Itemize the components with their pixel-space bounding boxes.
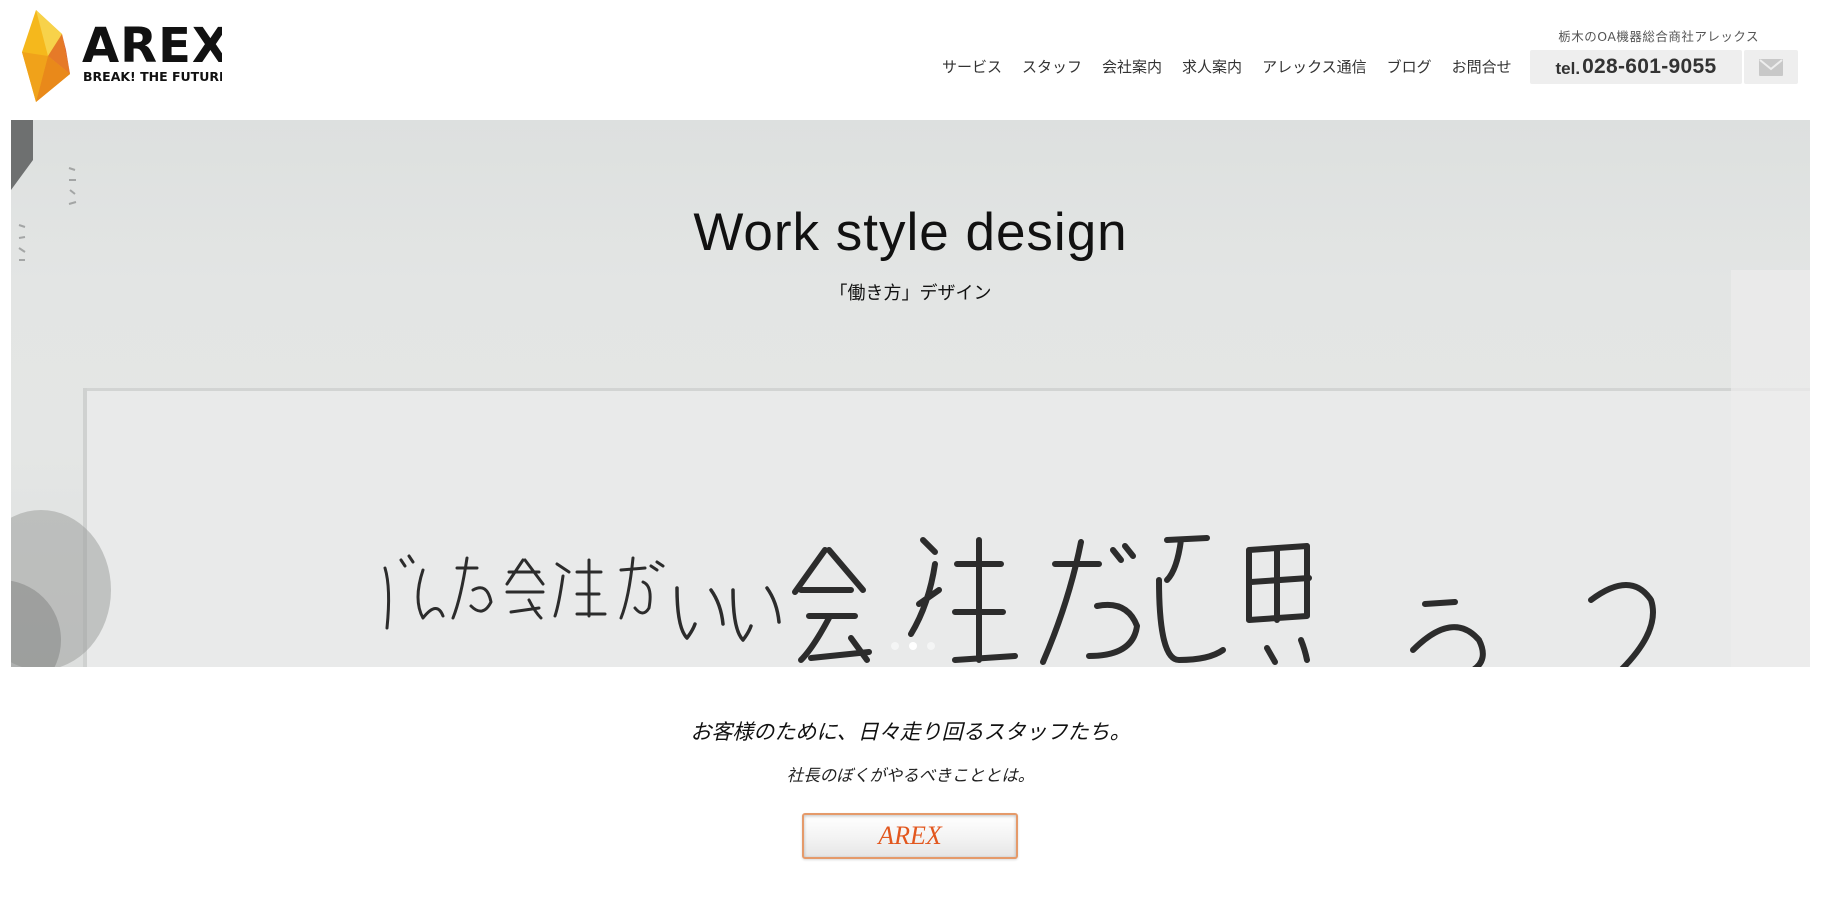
main-nav: サービス スタッフ 会社案内 求人案内 アレックス通信 ブログ お問合せ — [936, 56, 1522, 77]
hero-subtitle: 「働き方」デザイン — [829, 283, 992, 304]
tel-prefix: tel. — [1555, 59, 1581, 78]
nav-item-services[interactable]: サービス — [936, 56, 1012, 77]
slider-pagination — [891, 642, 935, 650]
mail-button[interactable] — [1744, 50, 1798, 84]
hero-slider: Work style design 「働き方」デザイン — [11, 120, 1810, 667]
envelope-icon — [1759, 58, 1783, 76]
nav-item-newsletter[interactable]: アレックス通信 — [1252, 56, 1377, 77]
nav-item-blog[interactable]: ブログ — [1377, 56, 1442, 77]
slider-dot-1[interactable] — [891, 642, 899, 650]
logo-name: AREX — [82, 18, 222, 74]
logo-slogan: BREAK! THE FUTURE — [83, 69, 222, 84]
slider-dot-2[interactable] — [909, 642, 917, 650]
phone-button[interactable]: tel. 028-601-9055 — [1530, 50, 1742, 84]
arex-button-label: AREX — [878, 821, 942, 850]
arex-logo[interactable]: AREX BREAK! THE FUTURE — [22, 10, 222, 102]
nav-item-company[interactable]: 会社案内 — [1092, 56, 1172, 77]
arex-button[interactable]: AREX — [802, 813, 1018, 859]
site-tagline: 栃木のOA機器総合商社アレックス — [1558, 29, 1759, 44]
hero-title: Work style design — [693, 203, 1128, 262]
intro-title: お客様のために、日々走り回るスタッフたち。 — [690, 720, 1131, 744]
nav-item-recruit[interactable]: 求人案内 — [1172, 56, 1252, 77]
tel-number: 028-601-9055 — [1582, 55, 1717, 78]
nav-item-staff[interactable]: スタッフ — [1012, 56, 1092, 77]
intro-subtitle: 社長のぼくがやるべきこととは。 — [786, 766, 1035, 785]
site-header: AREX BREAK! THE FUTURE 栃木のOA機器総合商社アレックス … — [0, 0, 1821, 120]
nav-item-contact[interactable]: お問合せ — [1442, 56, 1522, 77]
slider-dot-3[interactable] — [927, 642, 935, 650]
